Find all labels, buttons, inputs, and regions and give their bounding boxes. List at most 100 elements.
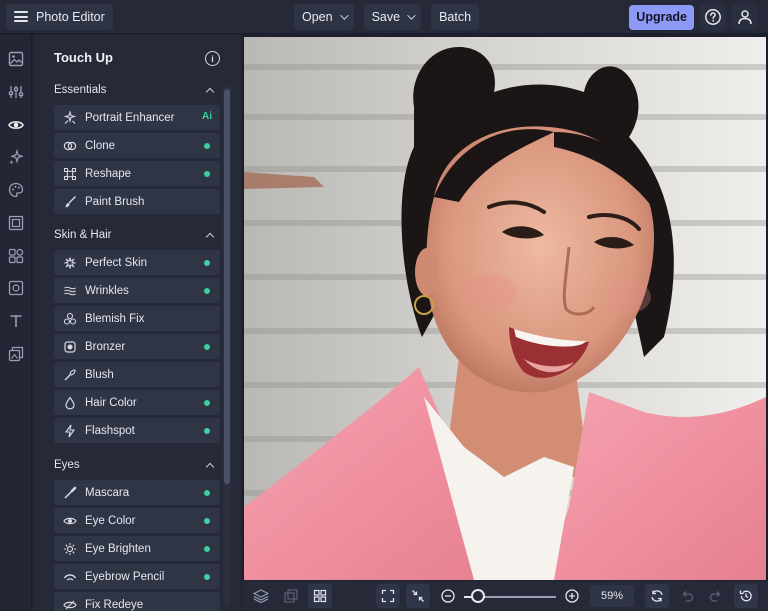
zoom-slider-thumb[interactable]	[471, 589, 485, 603]
tool-label: Hair Color	[85, 396, 137, 409]
texture-icon[interactable]	[8, 280, 24, 296]
frame-icon[interactable]	[8, 215, 24, 231]
zoom-out-button[interactable]	[436, 584, 460, 608]
tool-blush[interactable]: Blush	[54, 362, 220, 387]
app-title: Photo Editor	[36, 9, 105, 24]
undo-button[interactable]	[675, 584, 699, 608]
batch-label: Batch	[439, 10, 472, 24]
tool-flashspot[interactable]: Flashspot	[54, 418, 220, 443]
fit-to-screen-button[interactable]	[376, 584, 400, 608]
tool-wrinkles[interactable]: Wrinkles	[54, 278, 220, 303]
section-header-skin-hair[interactable]: Skin & Hair	[54, 229, 112, 241]
droplet-icon	[63, 395, 77, 410]
tool-reshape[interactable]: Reshape	[54, 161, 220, 186]
active-indicator	[204, 143, 210, 149]
open-button[interactable]: Open	[294, 4, 354, 30]
active-indicator	[204, 518, 210, 524]
tool-eye-brighten[interactable]: Eye Brighten	[54, 536, 220, 561]
editor-canvas[interactable]	[242, 35, 768, 580]
tool-label: Blush	[85, 368, 114, 381]
sun-icon	[63, 542, 77, 556]
upgrade-button[interactable]: Upgrade	[629, 4, 694, 30]
tool-blemish-fix[interactable]: Blemish Fix	[54, 306, 220, 331]
undo-icon	[682, 591, 694, 602]
reset-button[interactable]	[645, 584, 669, 608]
image-icon[interactable]	[8, 51, 24, 67]
chevron-up-icon[interactable]	[205, 232, 215, 242]
section-header-eyes[interactable]: Eyes	[54, 459, 80, 471]
zoom-percentage[interactable]: 59%	[590, 585, 634, 607]
wrinkles-icon	[63, 284, 77, 298]
tool-label: Blemish Fix	[85, 312, 145, 325]
active-indicator	[204, 574, 210, 580]
grid-icon	[313, 589, 327, 603]
eye-icon[interactable]	[8, 117, 24, 133]
chevron-down-icon	[339, 11, 349, 20]
tool-portrait-enhancer[interactable]: Portrait Enhancer Ai	[54, 105, 220, 130]
tool-eyebrow-pencil[interactable]: Eyebrow Pencil	[54, 564, 220, 589]
zoom-in-button[interactable]	[560, 584, 584, 608]
active-indicator	[204, 288, 210, 294]
mascara-icon	[63, 486, 77, 500]
tool-label: Perfect Skin	[85, 256, 147, 269]
photo-editor-app: Photo Editor Open Save Batch Upgrade Tou…	[0, 0, 768, 611]
open-label: Open	[302, 10, 333, 24]
redeye-icon	[63, 598, 77, 611]
layers-icon	[253, 589, 269, 604]
active-indicator	[204, 171, 210, 177]
compare-button[interactable]	[279, 584, 303, 608]
tool-label: Reshape	[85, 167, 132, 180]
history-icon	[739, 590, 752, 602]
layers-stack-icon[interactable]	[8, 346, 24, 362]
scrollbar-thumb[interactable]	[224, 89, 230, 484]
shapes-icon[interactable]	[8, 248, 24, 264]
redo-button[interactable]	[704, 584, 728, 608]
active-indicator	[204, 546, 210, 552]
grid-view-button[interactable]	[308, 584, 332, 608]
refresh-icon	[651, 590, 663, 602]
tool-label: Paint Brush	[85, 195, 145, 208]
tool-fix-redeye[interactable]: Fix Redeye	[54, 592, 220, 611]
text-icon[interactable]	[8, 313, 24, 329]
actual-size-button[interactable]	[406, 584, 430, 608]
tool-label: Bronzer	[85, 340, 126, 353]
save-button[interactable]: Save	[363, 4, 422, 30]
active-indicator	[204, 428, 210, 434]
tool-mascara[interactable]: Mascara	[54, 480, 220, 505]
app-menu-button[interactable]: Photo Editor	[6, 3, 113, 30]
active-indicator	[204, 260, 210, 266]
tool-clone[interactable]: Clone	[54, 133, 220, 158]
help-button[interactable]	[700, 4, 726, 30]
layers-button[interactable]	[249, 584, 273, 608]
photo-image[interactable]	[244, 37, 766, 580]
tool-label: Flashspot	[85, 424, 135, 437]
shrink-icon	[412, 590, 424, 602]
section-header-essentials[interactable]: Essentials	[54, 84, 106, 96]
user-icon	[738, 10, 752, 25]
tool-bronzer[interactable]: Bronzer	[54, 334, 220, 359]
info-icon[interactable]: i	[205, 51, 220, 66]
redo-icon	[709, 591, 721, 602]
tool-hair-color[interactable]: Hair Color	[54, 390, 220, 415]
tool-eye-color[interactable]: Eye Color	[54, 508, 220, 533]
account-actions: Upgrade	[629, 4, 758, 30]
account-button[interactable]	[732, 4, 758, 30]
chevron-up-icon[interactable]	[205, 462, 215, 472]
history-button[interactable]	[734, 584, 758, 608]
palette-icon[interactable]	[8, 182, 24, 198]
eyebrow-icon	[63, 570, 77, 584]
tool-perfect-skin[interactable]: Perfect Skin	[54, 250, 220, 275]
sliders-icon[interactable]	[8, 84, 24, 100]
chevron-up-icon[interactable]	[205, 87, 215, 97]
active-indicator	[204, 344, 210, 350]
panel-scrollbar[interactable]	[223, 85, 231, 605]
chevron-down-icon	[407, 11, 416, 20]
sparkle-icon[interactable]	[8, 149, 24, 165]
tool-paint-brush[interactable]: Paint Brush	[54, 189, 220, 214]
save-label: Save	[371, 10, 401, 24]
blush-brush-icon	[63, 368, 77, 382]
batch-button[interactable]: Batch	[431, 4, 480, 30]
tool-category-rail	[0, 35, 32, 611]
tool-label: Eye Color	[85, 514, 136, 527]
touch-up-panel: Touch Up i Essentials Portrait Enhancer …	[33, 35, 241, 611]
